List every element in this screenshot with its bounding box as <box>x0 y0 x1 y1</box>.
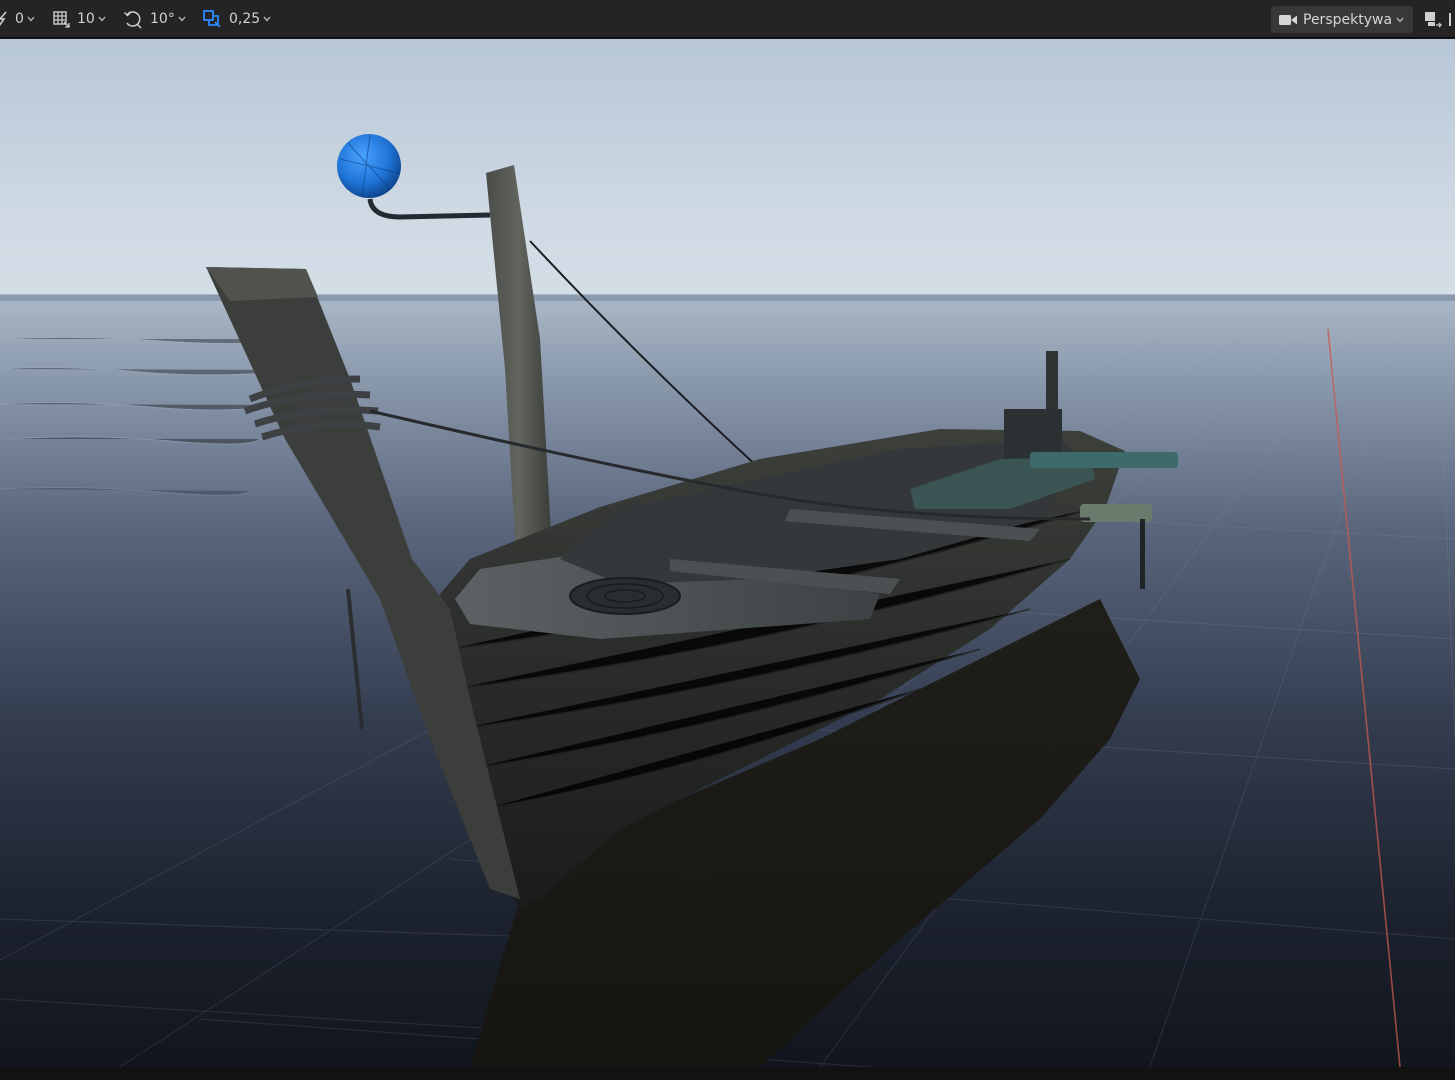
viewport-layout-button[interactable] <box>1424 0 1455 38</box>
surface-snap-button[interactable]: 0 <box>0 0 35 38</box>
perspective-label: Perspektywa <box>1303 11 1393 28</box>
camera-icon <box>1278 13 1298 27</box>
chevron-down-icon <box>27 16 35 22</box>
scale-icon <box>202 9 222 29</box>
grid-icon <box>52 10 70 28</box>
chevron-down-icon <box>263 16 271 22</box>
propeller-shaft <box>1140 519 1145 589</box>
grid-snap-value: 10 <box>77 11 95 27</box>
sky <box>0 39 1455 299</box>
engine-exhaust <box>1046 351 1058 411</box>
scale-snap-value: 0,25 <box>229 11 261 27</box>
surface-snap-icon <box>0 10 8 28</box>
horizon <box>0 295 1455 301</box>
perspective-view-dropdown[interactable]: Perspektywa <box>1271 6 1413 33</box>
chevron-down-icon <box>178 16 186 22</box>
engine-tiller <box>1030 452 1178 468</box>
chevron-down-icon <box>1396 17 1404 23</box>
3d-viewport[interactable] <box>0 39 1455 1067</box>
surface-snap-value: 0 <box>15 11 24 27</box>
scene-render <box>0 39 1455 1067</box>
viewport-bottom-border <box>0 1067 1455 1080</box>
rotate-icon <box>123 9 143 29</box>
scale-snap-button[interactable]: 0,25 <box>202 0 271 38</box>
viewport-layout-icon <box>1424 9 1455 29</box>
viewport-toolbar: 0 10 10° 0,25 Perspektywa <box>0 0 1455 38</box>
rotation-snap-value: 10° <box>150 11 175 27</box>
editor-window: 0 10 10° 0,25 Perspektywa <box>0 0 1455 1080</box>
chevron-down-icon <box>98 16 106 22</box>
rotation-snap-button[interactable]: 10° <box>123 0 186 38</box>
grid-snap-button[interactable]: 10 <box>52 0 106 38</box>
